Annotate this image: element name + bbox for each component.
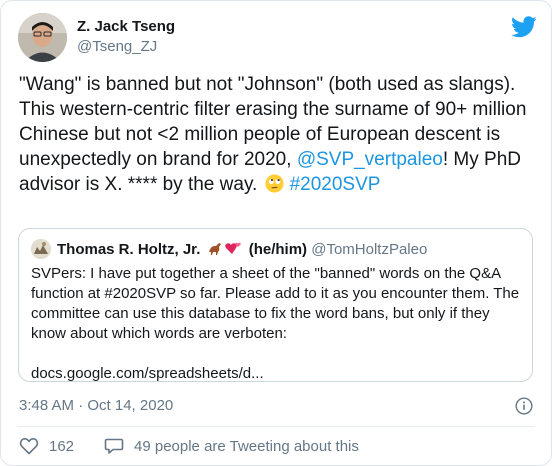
conversation-text: 49 people are Tweeting about this xyxy=(134,437,359,455)
tweet-timestamp[interactable]: 3:48 AM · Oct 14, 2020 xyxy=(19,397,173,414)
twitter-bird-icon[interactable] xyxy=(511,16,537,38)
quoted-author-pronouns: (he/him) xyxy=(248,241,308,258)
quoted-link[interactable]: docs.google.com/spreadsheets/d... xyxy=(31,364,521,384)
actions-divider xyxy=(18,426,534,427)
speech-bubble-icon xyxy=(104,438,124,454)
info-icon[interactable] xyxy=(515,397,533,415)
quoted-tweet[interactable]: Thomas R. Holtz, Jr. (he/him) @TomHoltzP… xyxy=(18,228,533,382)
conversation-button[interactable]: 49 people are Tweeting about this xyxy=(104,437,359,455)
tweet-text: "Wang" is banned but not "Johnson" (both… xyxy=(19,72,539,200)
two-hearts-emoji-icon xyxy=(223,240,241,260)
quoted-author-avatar xyxy=(31,239,51,259)
quoted-text: SVPers: I have put together a sheet of t… xyxy=(31,265,520,342)
hashtag-link[interactable]: #2020SVP xyxy=(290,174,381,195)
quoted-author-name: Thomas R. Holtz, Jr. xyxy=(57,241,201,258)
author-name[interactable]: Z. Jack Tseng xyxy=(77,18,175,35)
tweet-card: Z. Jack Tseng @Tseng_ZJ "Wang" is banned… xyxy=(0,0,552,466)
mention-link[interactable]: @SVP_vertpaleo xyxy=(297,149,443,170)
like-button[interactable]: 162 xyxy=(19,437,74,455)
quoted-author-handle: @TomHoltzPaleo xyxy=(311,241,428,258)
author-avatar[interactable] xyxy=(18,13,67,62)
heart-icon xyxy=(19,437,39,455)
rolling-eyes-emoji-icon xyxy=(265,174,284,200)
quoted-header: Thomas R. Holtz, Jr. (he/him) @TomHoltzP… xyxy=(57,240,427,260)
author-handle[interactable]: @Tseng_ZJ xyxy=(77,38,157,55)
like-count: 162 xyxy=(49,437,75,455)
quoted-body: SVPers: I have put together a sheet of t… xyxy=(31,264,521,384)
dinosaur-emoji-icon xyxy=(207,240,223,260)
